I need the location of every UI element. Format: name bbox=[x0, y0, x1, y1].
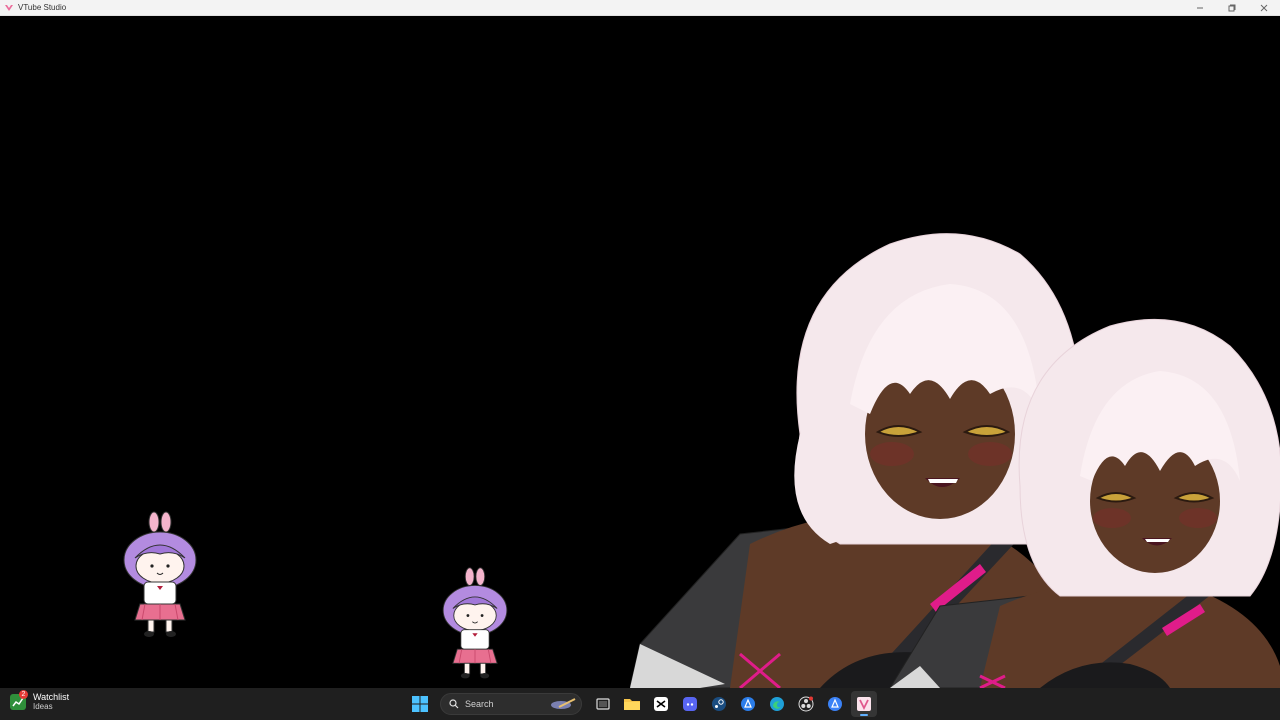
bluestacks-x-button[interactable] bbox=[822, 691, 848, 717]
steam-button[interactable] bbox=[706, 691, 732, 717]
file-explorer-icon bbox=[623, 699, 640, 710]
obs-button[interactable] bbox=[793, 691, 819, 717]
windows-start-icon bbox=[411, 696, 428, 712]
edge-button[interactable] bbox=[764, 691, 790, 717]
close-button[interactable] bbox=[1248, 0, 1280, 15]
bluestacks-icon bbox=[740, 697, 755, 711]
vtuber-avatar-secondary[interactable] bbox=[880, 306, 1280, 688]
search-highlight-illustration-icon bbox=[551, 698, 576, 709]
watchlist-widget[interactable]: 2 Watchlist Ideas bbox=[10, 690, 70, 712]
search-label: Search bbox=[465, 699, 494, 709]
restore-button[interactable] bbox=[1216, 0, 1248, 15]
vtube-stage[interactable] bbox=[0, 16, 1280, 688]
close-icon bbox=[1260, 4, 1268, 11]
start-button[interactable] bbox=[407, 691, 433, 717]
widget-subtitle: Ideas bbox=[33, 702, 53, 711]
chibi-character-left[interactable] bbox=[115, 510, 205, 640]
stock-chart-icon: 2 bbox=[10, 690, 28, 710]
capcut-button[interactable] bbox=[648, 691, 674, 717]
task-view-button[interactable] bbox=[590, 691, 616, 717]
chibi-character-center[interactable] bbox=[435, 566, 515, 681]
window-title: VTube Studio bbox=[18, 3, 67, 12]
vtube-studio-taskbar-button[interactable] bbox=[850, 691, 877, 717]
discord-icon bbox=[682, 697, 697, 711]
steam-icon bbox=[711, 697, 726, 711]
widget-title: Watchlist bbox=[33, 692, 70, 702]
notification-badge: 2 bbox=[19, 690, 28, 699]
windows-taskbar: 2 Watchlist Ideas Search bbox=[0, 688, 1280, 720]
obs-icon bbox=[798, 696, 813, 712]
minimize-button[interactable] bbox=[1184, 0, 1216, 15]
search-icon bbox=[449, 699, 459, 709]
file-explorer-button[interactable] bbox=[619, 691, 645, 717]
minimize-icon bbox=[1197, 7, 1203, 8]
bluestacks-button[interactable] bbox=[735, 691, 761, 717]
vtube-studio-app-icon bbox=[5, 4, 13, 11]
vtube-studio-window: VTube Studio 2 Watchlist Ideas Search bbox=[0, 0, 1280, 720]
bluestacks-x-icon bbox=[827, 697, 842, 711]
discord-button[interactable] bbox=[677, 691, 703, 717]
taskbar-search-box[interactable]: Search bbox=[440, 693, 582, 715]
vtube-studio-icon bbox=[856, 697, 871, 711]
restore-icon bbox=[1228, 4, 1236, 11]
capcut-icon bbox=[653, 697, 668, 711]
edge-icon bbox=[769, 697, 784, 711]
title-bar: VTube Studio bbox=[0, 0, 1280, 16]
task-view-icon bbox=[595, 698, 610, 710]
